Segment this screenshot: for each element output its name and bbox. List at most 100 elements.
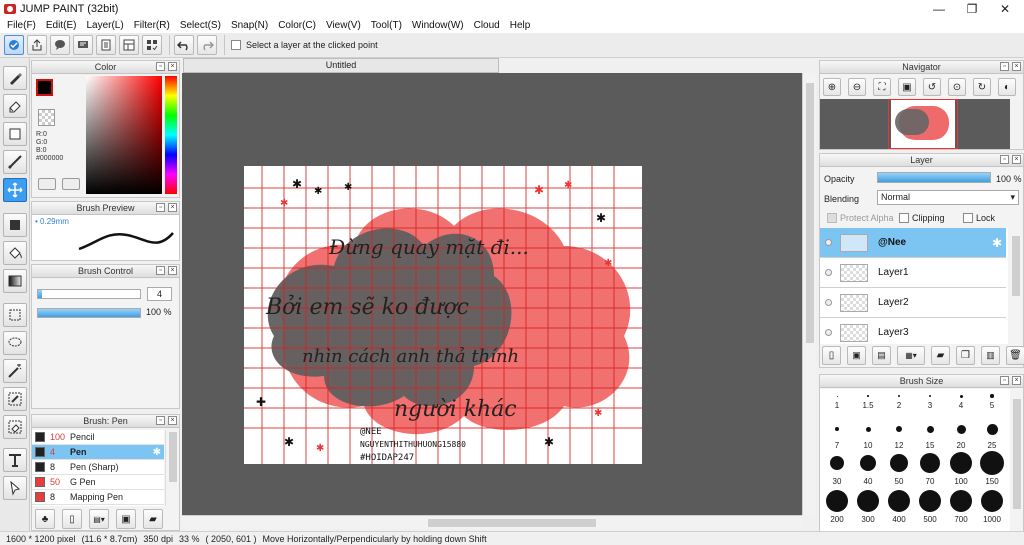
saturation-value-picker[interactable] (86, 76, 162, 194)
gear-icon[interactable]: ✱ (153, 447, 161, 458)
hue-slider[interactable] (165, 76, 177, 194)
brush-list-scrollbar[interactable] (165, 430, 179, 506)
menu-view[interactable]: View(V) (321, 20, 366, 31)
brush-size-option-5[interactable]: 5 (977, 393, 1007, 410)
actual-size-button[interactable]: ▣ (898, 78, 916, 96)
brush-item-pen[interactable]: 4 Pen ✱ (32, 445, 164, 460)
layer-row-nee[interactable]: @Nee ✱ (820, 228, 1006, 258)
brush-item-g-pen[interactable]: 50 G Pen (32, 475, 164, 490)
brush-size-option-1.5[interactable]: 1.5 (853, 393, 883, 410)
redo-button[interactable] (197, 35, 217, 55)
operation-tool[interactable] (3, 476, 27, 500)
brush-size-scrollbar[interactable] (1010, 389, 1023, 531)
layer-list-scrollbar[interactable] (1008, 228, 1023, 344)
zoom-out-button[interactable]: ⊖ (848, 78, 866, 96)
transparent-color-swatch[interactable] (38, 109, 55, 126)
rotate-right-button[interactable]: ↻ (973, 78, 991, 96)
canvas-horizontal-scrollbar[interactable] (182, 515, 802, 529)
brush-size-option-30[interactable]: 30 (822, 451, 852, 486)
visibility-icon[interactable] (825, 239, 832, 246)
zoom-in-button[interactable]: ⊕ (823, 78, 841, 96)
new-folder-button[interactable]: ▰ (931, 346, 950, 365)
brush-size-option-1[interactable]: 1 (822, 393, 852, 410)
rotate-left-button[interactable]: ↺ (923, 78, 941, 96)
float-icon[interactable]: ▫ (1000, 155, 1009, 164)
duplicate-layer-button[interactable]: ❐ (956, 346, 975, 365)
layer-row-3[interactable]: Layer3 (820, 318, 1006, 344)
brush-size-option-25[interactable]: 25 (977, 419, 1007, 450)
brush-item-pencil[interactable]: 100 Pencil (32, 430, 164, 445)
lock-checkbox[interactable] (963, 213, 973, 223)
brush-size-option-7[interactable]: 7 (822, 419, 852, 450)
document-button[interactable] (96, 35, 116, 55)
share-button[interactable] (27, 35, 47, 55)
close-icon[interactable]: × (168, 62, 177, 71)
brush-size-option-150[interactable]: 150 (977, 451, 1007, 486)
layer-opacity-slider[interactable] (877, 172, 991, 183)
close-icon[interactable]: × (168, 416, 177, 425)
visibility-icon[interactable] (825, 269, 832, 276)
bucket-tool[interactable] (3, 241, 27, 265)
brush-settings-button[interactable]: ▣ (116, 509, 136, 529)
maximize-button[interactable]: ❐ (955, 0, 989, 17)
brush-size-option-15[interactable]: 15 (915, 419, 945, 450)
brush-size-option-10[interactable]: 10 (853, 419, 883, 450)
add-layer-menu-button[interactable]: ▦▾ (897, 346, 925, 365)
float-icon[interactable]: ▫ (156, 266, 165, 275)
layout-button[interactable] (119, 35, 139, 55)
brush-size-option-2[interactable]: 2 (884, 393, 914, 410)
float-icon[interactable]: ▫ (156, 416, 165, 425)
close-icon[interactable]: × (1012, 62, 1021, 71)
message-button[interactable] (73, 35, 93, 55)
brush-add-menu-button[interactable]: ▤▾ (89, 509, 109, 529)
color-picker-button[interactable] (62, 178, 80, 190)
brush-size-option-700[interactable]: 700 (946, 489, 976, 524)
text-tool[interactable] (3, 448, 27, 472)
menu-edit[interactable]: Edit(E) (41, 20, 82, 31)
brush-size-option-500[interactable]: 500 (915, 489, 945, 524)
move-tool[interactable] (3, 178, 27, 202)
menu-select[interactable]: Select(S) (175, 20, 226, 31)
document-tab[interactable]: Untitled (183, 58, 499, 73)
brush-size-option-40[interactable]: 40 (853, 451, 883, 486)
selection-tool[interactable] (3, 122, 27, 146)
brush-size-option-400[interactable]: 400 (884, 489, 914, 524)
select-pen-tool[interactable] (3, 387, 27, 411)
brush-folder-button[interactable]: ▰ (143, 509, 163, 529)
brush-item-mapping-pen[interactable]: 8 Mapping Pen (32, 490, 164, 505)
clipping-checkbox[interactable] (899, 213, 909, 223)
minimize-button[interactable]: — (922, 0, 956, 17)
lasso-tool[interactable] (3, 331, 27, 355)
visibility-icon[interactable] (825, 299, 832, 306)
close-icon[interactable]: × (1012, 376, 1021, 385)
reset-rotation-button[interactable]: ⊙ (948, 78, 966, 96)
close-icon[interactable]: × (1012, 155, 1021, 164)
brush-size-option-1000[interactable]: 1000 (977, 489, 1007, 524)
delete-layer-button[interactable]: 🗑 (1006, 346, 1024, 365)
menu-layer[interactable]: Layer(L) (81, 20, 128, 31)
menu-filter[interactable]: Filter(R) (129, 20, 175, 31)
gradient-tool[interactable] (3, 269, 27, 293)
undo-button[interactable] (174, 35, 194, 55)
cloud-sync-button[interactable] (4, 35, 24, 55)
brush-size-option-300[interactable]: 300 (853, 489, 883, 524)
canvas-vertical-scrollbar[interactable] (802, 73, 816, 515)
menu-window[interactable]: Window(W) (407, 20, 469, 31)
new-brush-button[interactable]: ▯ (62, 509, 82, 529)
close-button[interactable]: ✕ (988, 0, 1022, 17)
magic-wand-tool[interactable] (3, 359, 27, 383)
menu-color[interactable]: Color(C) (273, 20, 321, 31)
layer-row-2[interactable]: Layer2 (820, 288, 1006, 318)
line-tool[interactable] (3, 150, 27, 174)
canvas-viewport[interactable]: ✱ ✱ ✱ ✱ ✱ ✱ ✚ ✱ ✱ ✱ ✱ ✱ ✱ Đừng quay mặt đi... Bởi e… (182, 73, 802, 515)
primary-color-swatch[interactable] (36, 79, 53, 96)
menu-tool[interactable]: Tool(T) (366, 20, 407, 31)
brush-size-option-200[interactable]: 200 (822, 489, 852, 524)
brush-size-slider[interactable] (37, 289, 141, 299)
brush-tool[interactable] (3, 66, 27, 90)
rect-select-tool[interactable] (3, 303, 27, 327)
float-icon[interactable]: ▫ (1000, 62, 1009, 71)
settings-grid-button[interactable] (142, 35, 162, 55)
brush-size-option-20[interactable]: 20 (946, 419, 976, 450)
fill-rect-tool[interactable] (3, 213, 27, 237)
